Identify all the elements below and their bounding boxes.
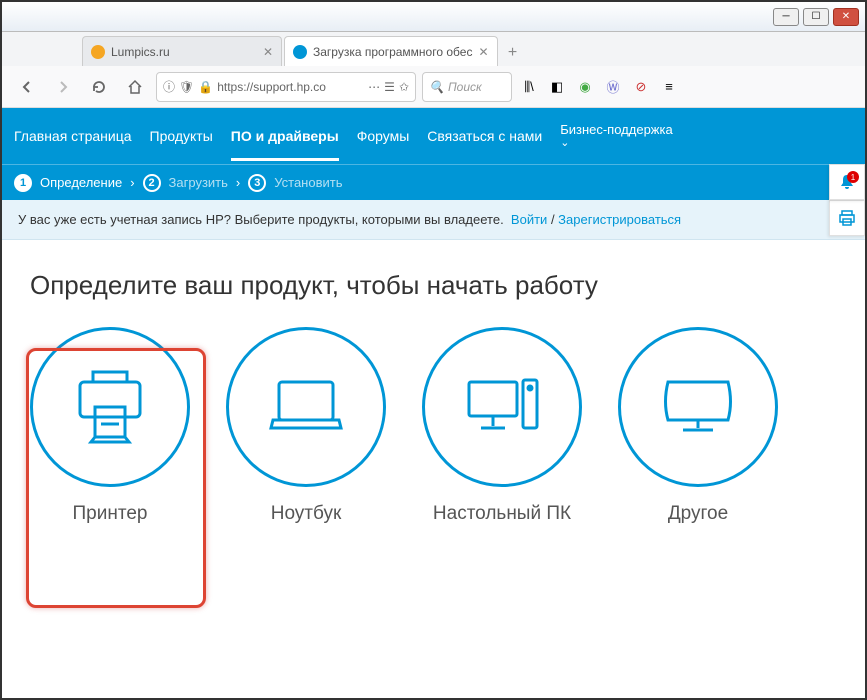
page-heading: Определите ваш продукт, чтобы начать раб… — [30, 270, 837, 301]
reload-button[interactable] — [84, 72, 114, 102]
close-icon[interactable]: ✕ — [478, 45, 488, 59]
info-icon[interactable]: ⓘ — [163, 78, 175, 95]
product-label: Принтер — [73, 503, 148, 525]
close-icon[interactable]: ✕ — [263, 45, 273, 59]
window-titlebar: ─ ☐ ✕ — [2, 2, 865, 32]
step-number-icon: 3 — [248, 174, 266, 192]
hp-favicon-icon — [293, 45, 307, 59]
lock-icon: 🔒 — [198, 80, 213, 94]
sidebar-icon[interactable]: ◧ — [546, 76, 568, 98]
back-button[interactable] — [12, 72, 42, 102]
product-laptop[interactable]: Ноутбук — [226, 327, 386, 525]
monitor-icon — [618, 327, 778, 487]
tab-title: Lumpics.ru — [111, 45, 170, 59]
window-minimize-button[interactable]: ─ — [773, 8, 799, 26]
ellipsis-icon[interactable]: ⋯ — [368, 80, 380, 94]
extension-icon[interactable]: ◉ — [574, 76, 596, 98]
chevron-right-icon: › — [130, 175, 134, 190]
main-content: Определите ваш продукт, чтобы начать раб… — [2, 240, 865, 525]
tab-title: Загрузка программного обес — [313, 45, 472, 59]
browser-tabstrip: Lumpics.ru ✕ Загрузка программного обес … — [2, 32, 865, 66]
product-desktop[interactable]: Настольный ПК — [422, 327, 582, 525]
product-printer[interactable]: Принтер — [30, 327, 190, 525]
reader-icon[interactable]: ☰ — [384, 80, 395, 94]
step-label[interactable]: Определение — [40, 175, 122, 190]
signin-prompt-bar: У вас уже есть учетная запись HP? Выбери… — [2, 200, 865, 240]
signin-prompt-text: У вас уже есть учетная запись HP? Выбери… — [18, 212, 504, 227]
laptop-icon — [226, 327, 386, 487]
site-main-nav: Главная страница Продукты ПО и драйверы … — [2, 108, 865, 164]
chevron-right-icon: › — [236, 175, 240, 190]
floating-tools: 1 — [829, 164, 865, 236]
step-label: Установить — [274, 175, 342, 190]
home-button[interactable] — [120, 72, 150, 102]
window-close-button[interactable]: ✕ — [833, 8, 859, 26]
nav-item-forums[interactable]: Форумы — [357, 128, 410, 144]
forward-button[interactable] — [48, 72, 78, 102]
notifications-button[interactable]: 1 — [829, 164, 865, 200]
window-maximize-button[interactable]: ☐ — [803, 8, 829, 26]
url-bar[interactable]: ⓘ 🛡 🔒 https://support.hp.co ⋯ ☰ ✩ — [156, 72, 416, 102]
signin-link[interactable]: Войти — [511, 212, 547, 227]
new-tab-button[interactable]: + — [500, 40, 526, 66]
nav-item-business[interactable]: Бизнес-поддержка ⌄ — [560, 122, 673, 151]
sun-favicon-icon — [91, 45, 105, 59]
printer-icon — [30, 327, 190, 487]
browser-tab-1[interactable]: Загрузка программного обес ✕ — [284, 36, 498, 66]
step-number-icon: 2 — [143, 174, 161, 192]
browser-tab-0[interactable]: Lumpics.ru ✕ — [82, 36, 282, 66]
desktop-icon — [422, 327, 582, 487]
search-placeholder: Поиск — [448, 80, 482, 94]
step-label: Загрузить — [169, 175, 228, 190]
product-label: Настольный ПК — [433, 503, 571, 525]
nav-item-home[interactable]: Главная страница — [14, 128, 132, 144]
library-icon[interactable]: ⫼\ — [518, 76, 540, 98]
page-content: Главная страница Продукты ПО и драйверы … — [2, 108, 865, 698]
search-icon: 🔍 — [429, 80, 444, 94]
nav-item-drivers[interactable]: ПО и драйверы — [231, 111, 339, 161]
nav-item-contact[interactable]: Связаться с нами — [427, 128, 542, 144]
product-label: Ноутбук — [271, 503, 342, 525]
step-number-icon: 1 — [14, 174, 32, 192]
product-other[interactable]: Другое — [618, 327, 778, 525]
wizard-steps: 1 Определение › 2 Загрузить › 3 Установи… — [2, 164, 865, 200]
search-bar[interactable]: 🔍 Поиск — [422, 72, 512, 102]
browser-toolbar: ⓘ 🛡 🔒 https://support.hp.co ⋯ ☰ ✩ 🔍 Поис… — [2, 66, 865, 108]
product-grid: Принтер Ноутбук — [30, 327, 837, 525]
extension-icon[interactable]: Ⓦ — [602, 76, 624, 98]
notification-badge: 1 — [847, 171, 859, 183]
url-text: https://support.hp.co — [217, 80, 364, 94]
star-icon[interactable]: ✩ — [399, 80, 409, 94]
menu-icon[interactable]: ≡ — [658, 76, 680, 98]
nav-item-products[interactable]: Продукты — [150, 128, 213, 144]
nav-business-label: Бизнес-поддержка — [560, 122, 673, 138]
print-button[interactable] — [829, 200, 865, 236]
extension-icon[interactable]: ⊘ — [630, 76, 652, 98]
shield-icon[interactable]: 🛡 — [179, 80, 194, 94]
chevron-down-icon: ⌄ — [560, 137, 673, 150]
register-link[interactable]: Зарегистрироваться — [558, 212, 681, 227]
product-label: Другое — [668, 503, 728, 525]
